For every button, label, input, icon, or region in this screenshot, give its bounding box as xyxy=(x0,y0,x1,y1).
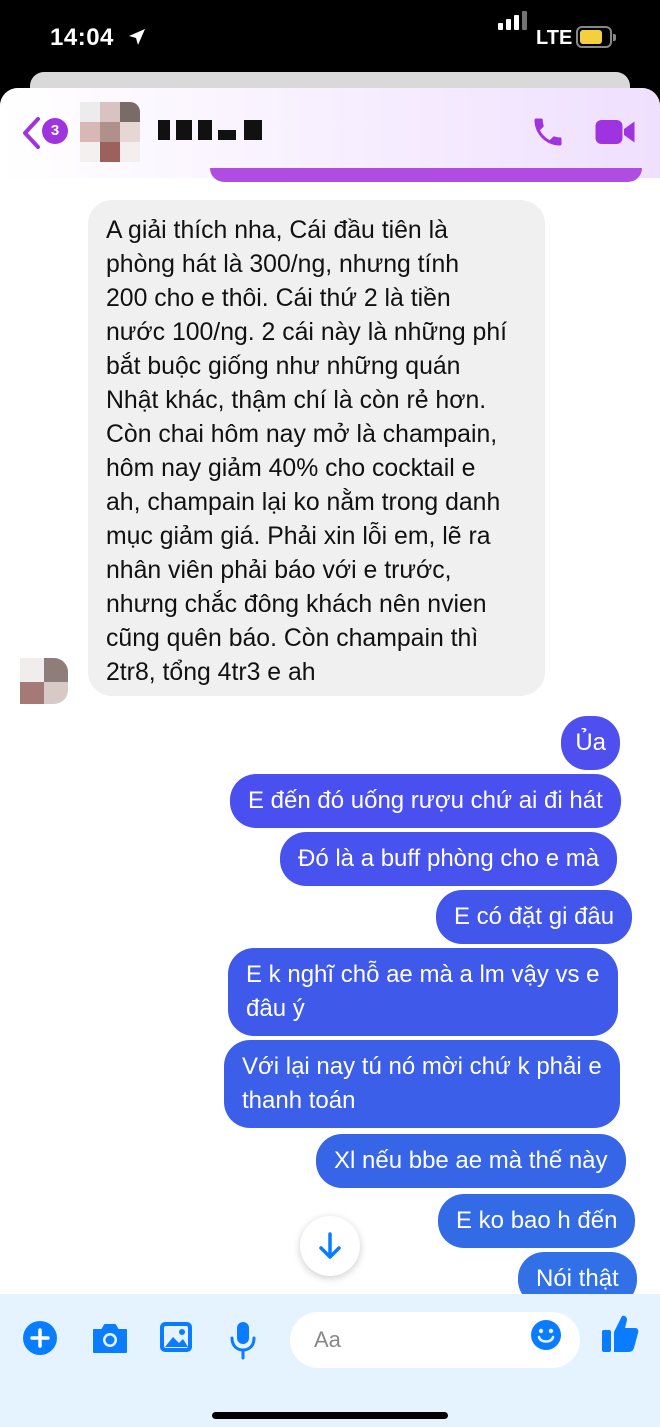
outgoing-message-bubble[interactable]: Đó là a buff phòng cho e mà xyxy=(280,832,618,886)
incoming-message-bubble[interactable]: A giải thích nha, Cái đầu tiên là phòng … xyxy=(88,200,545,696)
image-icon[interactable] xyxy=(158,1320,194,1354)
message-line: A giải thích nha, Cái đầu tiên là xyxy=(106,217,448,244)
contact-name-redacted[interactable] xyxy=(158,120,262,140)
composer-bar: Aa xyxy=(0,1294,660,1427)
message-line: đâu ý xyxy=(246,995,305,1022)
outgoing-message-bubble[interactable]: Ủa xyxy=(561,716,620,770)
home-indicator xyxy=(212,1412,448,1419)
outgoing-message-bubble[interactable]: Với lại nay tú nó mời chứ k phải e thanh… xyxy=(224,1040,620,1128)
message-line: nước 100/ng. 2 cái này là những phí xyxy=(106,319,508,346)
message-line: 200 cho e thôi. Cái thứ 2 là tiền xyxy=(106,285,451,312)
message-line: E k nghĩ chỗ ae mà a lm vậy vs e xyxy=(246,961,600,988)
plus-icon[interactable] xyxy=(22,1320,58,1356)
emoji-icon[interactable] xyxy=(530,1319,562,1351)
sender-avatar-blurred[interactable] xyxy=(20,658,68,704)
status-bar: 14:04 LTE xyxy=(0,0,660,80)
message-line: cũng quên báo. Còn champain thì xyxy=(106,625,479,652)
message-line: 2tr8, tổng 4tr3 e ah xyxy=(106,659,316,686)
message-line: Nhật khác, thậm chí là còn rẻ hơn. xyxy=(106,387,487,414)
message-line: nhân viên phải báo với e trước, xyxy=(106,557,452,584)
message-text: E đến đó uống rượu chứ ai đi hát xyxy=(248,787,603,814)
status-time: 14:04 xyxy=(50,24,114,51)
chat-header: 3 xyxy=(0,88,660,178)
message-line: Còn chai hôm nay mở là champain, xyxy=(106,421,498,448)
message-line: nhưng chắc đông khách nên nvien xyxy=(106,591,487,618)
message-line: phòng hát là 300/ng, nhưng tính xyxy=(106,251,460,278)
camera-icon[interactable] xyxy=(90,1320,130,1356)
microphone-icon[interactable] xyxy=(228,1320,258,1360)
location-arrow-icon xyxy=(129,29,145,45)
contact-avatar-blurred[interactable] xyxy=(80,102,140,162)
message-line: mục giảm giá. Phải xin lỗi em, lẽ ra xyxy=(106,523,491,550)
video-camera-icon[interactable] xyxy=(594,114,636,150)
phone-icon[interactable] xyxy=(530,114,566,150)
previous-message-bubble-edge xyxy=(210,168,642,182)
scroll-to-bottom-button[interactable] xyxy=(300,1216,360,1276)
outgoing-message-bubble[interactable]: Xl nếu bbe ae mà thế này xyxy=(316,1134,626,1188)
unread-count-badge[interactable]: 3 xyxy=(42,118,68,144)
outgoing-message-bubble[interactable]: E có đặt gi đâu xyxy=(436,890,633,944)
outgoing-message-bubble[interactable]: E ko bao h đến xyxy=(438,1194,636,1248)
message-text: Ủa xyxy=(575,729,606,756)
message-line: thanh toán xyxy=(242,1087,356,1114)
message-line: hôm nay giảm 40% cho cocktail e xyxy=(106,455,476,482)
network-type: LTE xyxy=(536,27,573,49)
battery-icon xyxy=(576,26,616,48)
chat-screen: 3 A giải thích nha, Cái đầu tiên là phòn… xyxy=(0,88,660,1427)
arrow-down-icon xyxy=(319,1232,341,1259)
input-placeholder: Aa xyxy=(314,1327,341,1352)
message-text: Xl nếu bbe ae mà thế này xyxy=(334,1147,608,1174)
message-text: E ko bao h đến xyxy=(456,1207,618,1234)
chevron-left-icon[interactable] xyxy=(20,116,42,150)
message-text: Nói thật xyxy=(536,1265,619,1292)
outgoing-message-bubble[interactable]: E k nghĩ chỗ ae mà a lm vậy vs e đâu ý xyxy=(228,948,618,1036)
thumbs-up-icon[interactable] xyxy=(600,1312,640,1354)
message-line: Với lại nay tú nó mời chứ k phải e xyxy=(242,1053,602,1080)
message-line: ah, champain lại ko nằm trong danh xyxy=(106,489,501,516)
message-line: bắt buộc giống như những quán xyxy=(106,353,461,380)
message-text: Đó là a buff phòng cho e mà xyxy=(298,845,600,872)
outgoing-message-bubble[interactable]: E đến đó uống rượu chứ ai đi hát xyxy=(230,774,621,828)
message-text: E có đặt gi đâu xyxy=(454,903,615,930)
